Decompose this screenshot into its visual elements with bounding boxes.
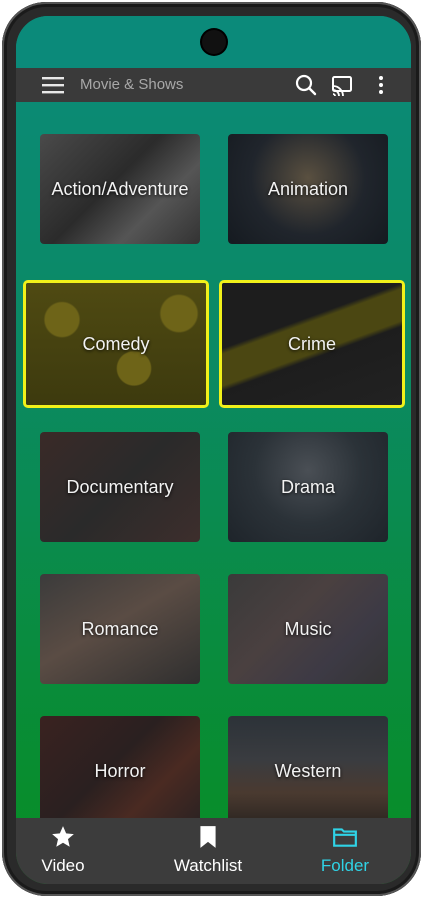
nav-item-folder[interactable]: Folder — [290, 818, 400, 884]
folder-icon — [333, 828, 357, 847]
phone-frame: Movie & Shows Action/Adventure Animation… — [2, 2, 421, 896]
category-label: Animation — [267, 178, 349, 199]
bookmark-icon — [200, 826, 216, 848]
star-icon — [52, 826, 74, 847]
category-label: Western — [274, 760, 342, 781]
search-icon[interactable] — [295, 74, 317, 96]
category-label: Documentary — [66, 476, 174, 497]
front-camera — [201, 30, 226, 54]
category-label: Music — [284, 618, 332, 639]
status-bar — [16, 16, 411, 68]
category-tile-horror[interactable]: Horror — [40, 716, 200, 826]
category-tile-action-adventure[interactable]: Action/Adventure — [40, 134, 200, 244]
category-label: Horror — [94, 760, 146, 781]
category-label: Romance — [81, 618, 159, 639]
app-title: Movie & Shows — [80, 76, 184, 93]
category-tile-drama[interactable]: Drama — [228, 432, 388, 542]
nav-label-video: Video — [41, 856, 85, 875]
more-vert-icon[interactable] — [370, 74, 392, 96]
category-label: Drama — [280, 476, 335, 497]
category-label: Crime — [288, 333, 336, 354]
nav-label-watchlist: Watchlist — [173, 856, 243, 875]
bottom-navigation: Video Watchlist Folder — [16, 818, 411, 884]
hamburger-menu-icon[interactable] — [42, 76, 64, 94]
category-tile-animation[interactable]: Animation — [228, 134, 388, 244]
category-label: Comedy — [82, 333, 150, 354]
category-tile-western[interactable]: Western — [228, 716, 388, 826]
screen: Movie & Shows Action/Adventure Animation… — [16, 16, 411, 884]
app-bar: Movie & Shows — [16, 68, 411, 102]
category-tile-comedy[interactable]: Comedy — [23, 280, 209, 408]
category-label: Action/Adventure — [51, 178, 189, 199]
nav-label-folder: Folder — [320, 856, 370, 875]
category-tile-romance[interactable]: Romance — [40, 574, 200, 684]
nav-item-video[interactable]: Video — [16, 818, 118, 884]
category-tile-crime[interactable]: Crime — [219, 280, 405, 408]
cast-icon[interactable] — [331, 74, 353, 96]
category-tile-documentary[interactable]: Documentary — [40, 432, 200, 542]
category-tile-music[interactable]: Music — [228, 574, 388, 684]
nav-item-watchlist[interactable]: Watchlist — [153, 818, 263, 884]
